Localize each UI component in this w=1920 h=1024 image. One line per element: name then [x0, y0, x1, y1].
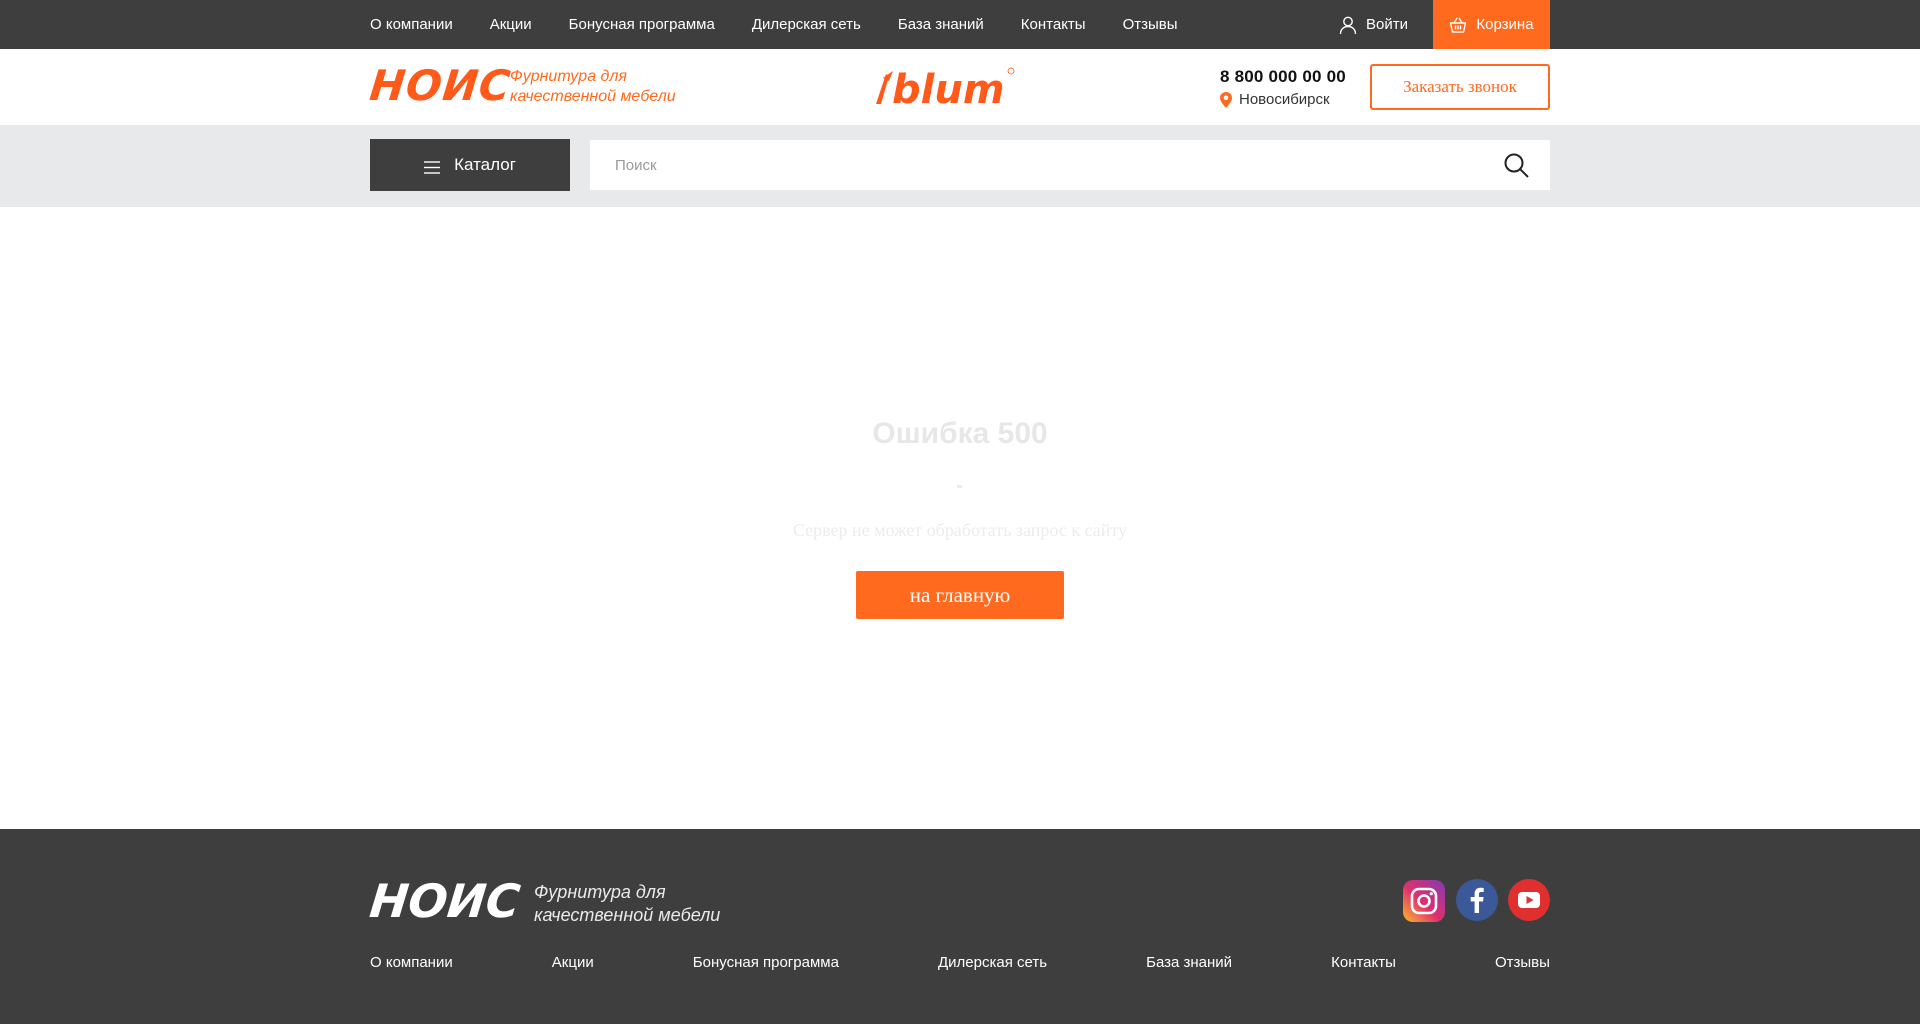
basket-icon: [1449, 16, 1467, 34]
city-selector[interactable]: Новосибирск: [1220, 91, 1346, 108]
phone-number[interactable]: 8 800 000 00 00: [1220, 67, 1346, 87]
login-label: Войти: [1366, 16, 1408, 33]
footer-tagline-line-2: качественной мебели: [534, 905, 721, 925]
error-divider: [957, 485, 962, 488]
tagline-line-1: Фурнитура для: [510, 68, 627, 85]
footer-nav-item-about[interactable]: О компании: [370, 954, 453, 971]
top-nav-item-reviews[interactable]: Отзывы: [1123, 16, 1178, 33]
order-callback-button[interactable]: Заказать звонок: [1370, 64, 1550, 110]
footer-logo[interactable]: НОИС: [367, 874, 523, 928]
footer-nav-menu: О компании Акции Бонусная программа Диле…: [370, 954, 1550, 971]
menu-icon: [424, 159, 441, 174]
footer-nav-item-promotions[interactable]: Акции: [552, 954, 594, 971]
logo-text: НОИС: [367, 61, 514, 110]
instagram-icon[interactable]: [1403, 880, 1445, 922]
footer-nav-item-contacts[interactable]: Контакты: [1331, 954, 1396, 971]
catalog-label: Каталог: [454, 155, 516, 174]
user-icon: [1338, 15, 1358, 35]
top-nav-item-about[interactable]: О компании: [370, 16, 453, 33]
top-nav-menu: О компании Акции Бонусная программа Диле…: [370, 0, 1215, 49]
error-title: Ошибка 500: [872, 417, 1048, 450]
site-header: НОИС Фурнитура для качественной мебели b…: [0, 49, 1920, 125]
cart-label: Корзина: [1476, 16, 1534, 33]
footer-nav-item-bonus-program[interactable]: Бонусная программа: [693, 954, 839, 971]
top-nav-item-bonus-program[interactable]: Бонусная программа: [569, 16, 715, 33]
blum-logo-text: blum: [892, 67, 1005, 110]
search-icon[interactable]: [1503, 152, 1530, 179]
search-box: [590, 140, 1550, 190]
footer-tagline-line-1: Фурнитура для: [534, 882, 666, 902]
footer-tagline: Фурнитура для качественной мебели: [534, 881, 734, 927]
contact-block: 8 800 000 00 00 Новосибирск: [1220, 67, 1346, 108]
login-button[interactable]: Войти: [1338, 0, 1408, 49]
top-nav-item-contacts[interactable]: Контакты: [1021, 16, 1086, 33]
error-message: Сервер не может обработать запрос к сайт…: [792, 520, 1128, 540]
city-name: Новосибирск: [1239, 91, 1330, 108]
header-tagline: Фурнитура для качественной мебели: [510, 67, 690, 107]
footer-nav-item-dealer-network[interactable]: Дилерская сеть: [938, 954, 1047, 971]
go-home-button[interactable]: на главную: [856, 571, 1064, 619]
top-nav-item-dealer-network[interactable]: Дилерская сеть: [752, 16, 861, 33]
site-logo[interactable]: НОИС: [367, 61, 514, 110]
site-footer: НОИС Фурнитура для качественной мебели О…: [0, 829, 1920, 1024]
top-navigation-bar: О компании Акции Бонусная программа Диле…: [0, 0, 1920, 49]
cart-button[interactable]: Корзина: [1433, 0, 1550, 49]
search-input[interactable]: [590, 140, 1490, 190]
footer-nav-item-reviews[interactable]: Отзывы: [1495, 954, 1550, 971]
location-pin-icon: [1220, 91, 1232, 108]
tagline-line-2: качественной мебели: [510, 88, 676, 105]
blum-partner-logo: blum: [872, 64, 1017, 113]
youtube-icon[interactable]: [1508, 879, 1550, 921]
catalog-button[interactable]: Каталог: [370, 139, 570, 191]
footer-nav-item-knowledge-base[interactable]: База знаний: [1146, 954, 1232, 971]
top-nav-item-promotions[interactable]: Акции: [490, 16, 532, 33]
facebook-icon[interactable]: [1456, 879, 1498, 921]
top-nav-item-knowledge-base[interactable]: База знаний: [898, 16, 984, 33]
catalog-search-bar: Каталог: [0, 125, 1920, 207]
